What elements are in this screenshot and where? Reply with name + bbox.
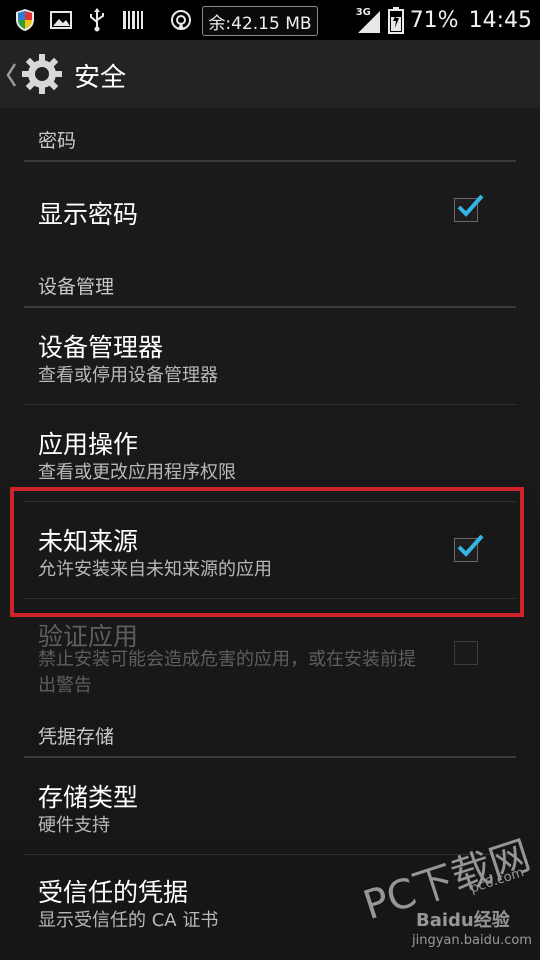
image-icon bbox=[50, 9, 72, 31]
section-header-password: 密码 bbox=[24, 118, 516, 162]
usb-icon bbox=[86, 8, 108, 32]
network-signal-icon: 3G bbox=[356, 5, 382, 35]
show-password-checkbox[interactable] bbox=[454, 194, 484, 222]
barcode-icon bbox=[122, 9, 144, 31]
item-title: 设备管理器 bbox=[38, 333, 164, 362]
section-header-label: 密码 bbox=[38, 130, 77, 152]
item-title: 存储类型 bbox=[38, 783, 139, 812]
clock: 14:45 bbox=[468, 7, 532, 33]
status-bar: 余:42.15 MB 3G 71% 14:45 bbox=[0, 0, 540, 40]
highlight-box bbox=[10, 487, 524, 617]
section-header-label: 凭据存储 bbox=[38, 726, 115, 748]
battery-percent: 71% bbox=[409, 7, 459, 33]
battery-icon bbox=[387, 6, 404, 34]
notification-icons bbox=[14, 6, 192, 34]
item-title: 显示密码 bbox=[38, 200, 139, 229]
settings-gear-icon[interactable] bbox=[20, 52, 64, 96]
memory-text: 余:42.15 MB bbox=[208, 13, 312, 34]
shield-icon bbox=[14, 9, 36, 31]
trusted-credentials-item[interactable]: 受信任的凭据 显示受信任的 CA 证书 bbox=[24, 855, 516, 951]
page-title: 安全 bbox=[74, 63, 127, 93]
item-summary: 显示受信任的 CA 证书 bbox=[38, 910, 219, 931]
item-title: 受信任的凭据 bbox=[38, 878, 189, 907]
item-title: 应用操作 bbox=[38, 430, 139, 459]
checkmark-icon bbox=[457, 194, 484, 217]
back-chevron-icon[interactable] bbox=[4, 60, 18, 90]
section-header-label: 设备管理 bbox=[38, 276, 115, 298]
item-summary: 禁止安装可能会造成危害的应用，或在安装前提出警告 bbox=[38, 649, 416, 696]
section-header-device-admin: 设备管理 bbox=[24, 262, 516, 308]
section-header-credential-storage: 凭据存储 bbox=[24, 712, 516, 758]
item-summary: 硬件支持 bbox=[38, 815, 110, 836]
device-administrators-item[interactable]: 设备管理器 查看或停用设备管理器 bbox=[24, 308, 516, 404]
verify-apps-checkbox bbox=[454, 641, 478, 665]
storage-type-item[interactable]: 存储类型 硬件支持 bbox=[24, 758, 516, 854]
show-password-item[interactable]: 显示密码 bbox=[24, 162, 516, 258]
system-indicators: 3G 71% 14:45 bbox=[356, 0, 532, 40]
item-summary: 查看或更改应用程序权限 bbox=[38, 462, 236, 483]
hotspot-icon bbox=[170, 9, 192, 31]
item-summary: 查看或停用设备管理器 bbox=[38, 365, 218, 386]
memory-indicator: 余:42.15 MB bbox=[202, 6, 318, 36]
action-bar: 安全 bbox=[0, 40, 540, 109]
